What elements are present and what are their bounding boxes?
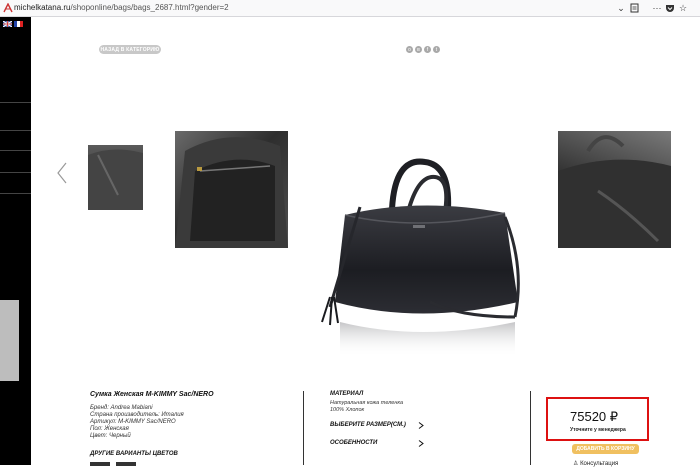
- vk-icon[interactable]: в: [415, 46, 422, 53]
- product-thumbnail[interactable]: [175, 131, 288, 248]
- url-host: michelkatana.ru: [14, 3, 71, 12]
- spec-brand: Бренд: Andrea Mabiani: [90, 405, 153, 411]
- bookmark-star-icon[interactable]: ☆: [677, 2, 689, 14]
- dropdown-icon[interactable]: ⌄: [615, 2, 627, 14]
- product-thumbnail[interactable]: [88, 145, 143, 210]
- sidebar-divider: [0, 130, 31, 131]
- more-icon[interactable]: ···: [651, 2, 663, 14]
- price: 75520 ₽: [570, 409, 618, 425]
- price-value: 75520: [570, 409, 607, 424]
- sidebar-divider: [0, 102, 31, 103]
- material-line: 100% Хлопок: [330, 407, 365, 413]
- material-heading: МАТЕРИАЛ: [330, 391, 364, 397]
- other-colors-heading: ДРУГИЕ ВАРИАНТЫ ЦВЕТОВ: [90, 451, 178, 457]
- reader-view-icon[interactable]: [628, 2, 640, 14]
- select-size-toggle[interactable]: ВЫБЕРИТЕ РАЗМЕР(СМ.): [330, 422, 406, 428]
- site-favicon-icon: [3, 3, 13, 13]
- previous-image-arrow-icon[interactable]: [55, 162, 69, 184]
- sidebar-divider: [0, 193, 31, 194]
- url-path: /shoponline/bags/bags_2687.html?gender=2: [70, 3, 229, 12]
- consultation-label: Консультация: [580, 461, 619, 467]
- product-title: Сумка Женская M-KIMMY Sac/NERO: [90, 391, 214, 398]
- flag-uk-icon[interactable]: [3, 21, 12, 27]
- spec-color: Цвет: Черный: [90, 433, 131, 439]
- sidebar-divider: [0, 172, 31, 173]
- facebook-icon[interactable]: f: [424, 46, 431, 53]
- user-icon: ♙: [573, 461, 579, 467]
- spec-gender: Пол: Женская: [90, 426, 129, 432]
- chevron-right-icon[interactable]: [418, 422, 424, 429]
- flag-fr-icon[interactable]: [14, 21, 23, 27]
- pocket-icon[interactable]: [664, 2, 676, 14]
- product-main-image[interactable]: [300, 157, 530, 357]
- price-currency: ₽: [609, 409, 619, 424]
- odnoklassniki-icon[interactable]: o: [406, 46, 413, 53]
- browser-toolbar: michelkatana.ru/shoponline/bags/bags_268…: [0, 0, 700, 17]
- back-to-category-button[interactable]: НАЗАД В КАТЕГОРИЮ: [99, 45, 161, 54]
- consultation-link[interactable]: ♙ Консультация: [573, 460, 618, 467]
- spec-article: Артикул: M-KIMMY Sac/NERO: [90, 419, 176, 425]
- add-to-cart-button[interactable]: ДОБАВИТЬ В КОРЗИНУ: [572, 444, 639, 454]
- color-swatch[interactable]: [116, 462, 136, 466]
- page: НАЗАД В КАТЕГОРИЮ o в f t Сумка Женская …: [0, 17, 700, 467]
- features-toggle[interactable]: ОСОБЕННОСТИ: [330, 440, 377, 446]
- sidebar-divider: [0, 150, 31, 151]
- material-line: Натуральная кожа теленка: [330, 400, 404, 406]
- product-thumbnail[interactable]: [558, 131, 671, 248]
- sidebar-scroll-block[interactable]: [0, 300, 19, 381]
- chevron-right-icon[interactable]: [418, 440, 424, 447]
- twitter-icon[interactable]: t: [433, 46, 440, 53]
- column-divider: [303, 391, 304, 465]
- spec-country: Страна производитель: Италия: [90, 412, 184, 418]
- column-divider: [530, 391, 531, 465]
- left-sidebar: [0, 17, 31, 465]
- color-swatch[interactable]: [90, 462, 110, 466]
- address-bar[interactable]: michelkatana.ru/shoponline/bags/bags_268…: [14, 3, 229, 12]
- price-note: Уточните у менеджера: [570, 427, 626, 433]
